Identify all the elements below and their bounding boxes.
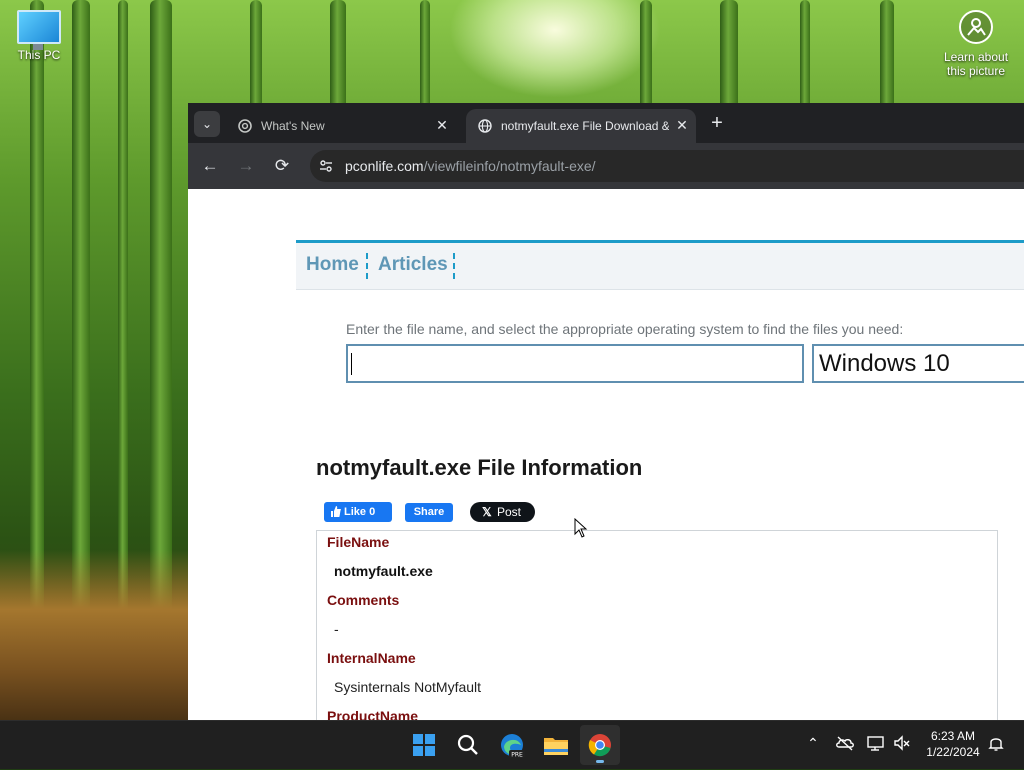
address-bar[interactable]: pconlife.com/viewfileinfo/notmyfault-exe… <box>310 150 1024 182</box>
x-post-button[interactable]: 𝕏 Post <box>470 502 535 522</box>
close-tab-icon[interactable]: ✕ <box>434 117 450 133</box>
file-explorer-button[interactable] <box>536 725 576 765</box>
edge-beta-icon: PRE <box>501 734 525 759</box>
show-hidden-icons-button[interactable]: ⌃ <box>803 733 823 753</box>
this-pc-icon <box>17 10 61 50</box>
tab-strip: ⌄ What's New ✕ notmyfault.exe File Downl… <box>188 103 1024 143</box>
tab-title: What's New <box>261 119 325 133</box>
cloud-offline-icon <box>836 736 854 751</box>
bamboo-stalk <box>720 0 738 110</box>
tab-whats-new[interactable]: What's New ✕ <box>226 109 462 143</box>
close-tab-icon[interactable]: ✕ <box>674 117 690 133</box>
spotlight-camera-icon <box>959 10 993 44</box>
bamboo-stalk <box>420 0 430 110</box>
nav-divider <box>453 253 455 279</box>
start-button[interactable] <box>404 725 444 765</box>
chrome-icon <box>588 734 611 757</box>
field-label-filename: FileName <box>327 534 390 550</box>
this-pc-label: This PC <box>17 48 61 62</box>
field-label-internalname: InternalName <box>327 650 416 666</box>
start-icon <box>413 734 435 756</box>
chevron-up-icon: ⌃ <box>807 735 819 751</box>
bamboo-stalk <box>640 0 652 110</box>
network-tray-button[interactable] <box>866 733 886 753</box>
volume-muted-icon <box>894 735 910 751</box>
volume-tray-button[interactable] <box>892 733 912 753</box>
forward-button[interactable]: → <box>235 155 257 177</box>
facebook-share-button[interactable]: Share <box>405 503 453 522</box>
taskbar: PRE ⌃ 6:23 AM 1/22/2024 <box>0 720 1024 769</box>
chrome-window: ⌄ What's New ✕ notmyfault.exe File Downl… <box>188 103 1024 720</box>
learn-about-picture-shortcut[interactable]: Learn about this picture <box>936 10 1016 78</box>
tab-title: notmyfault.exe File Download & <box>501 119 669 133</box>
grass-foreground <box>0 550 200 720</box>
bell-icon <box>988 738 1004 751</box>
field-value-internalname: Sysinternals NotMyfault <box>334 679 482 695</box>
field-value-comments: - <box>334 621 339 637</box>
facebook-like-button[interactable]: Like 0 <box>324 502 392 522</box>
site-info-icon[interactable] <box>318 158 334 174</box>
file-search-input[interactable] <box>346 344 804 383</box>
back-button[interactable]: ← <box>199 155 221 177</box>
taskbar-search-button[interactable] <box>448 725 488 765</box>
onedrive-tray-button[interactable] <box>835 733 855 753</box>
bamboo-stalk <box>330 0 346 110</box>
url-host: pconlife.com <box>345 158 424 174</box>
bamboo-stalk <box>880 0 894 110</box>
tab-notmyfault[interactable]: notmyfault.exe File Download & ✕ <box>466 109 696 143</box>
page-title: notmyfault.exe File Information <box>316 455 643 480</box>
file-info-table: FileName notmyfault.exe Comments - Inter… <box>316 530 998 720</box>
network-icon <box>867 736 884 751</box>
search-icon <box>457 734 478 755</box>
facebook-like-label: Like 0 <box>344 506 376 518</box>
new-tab-button[interactable]: + <box>706 112 728 134</box>
file-explorer-icon <box>544 738 568 755</box>
this-pc-shortcut[interactable]: This PC <box>8 10 70 62</box>
nav-home-link[interactable]: Home <box>306 254 359 276</box>
browser-toolbar: ← → ⟳ pconlife.com/viewfileinfo/notmyfau… <box>188 143 1024 189</box>
clock-date: 1/22/2024 <box>926 745 980 759</box>
chevron-down-icon: ⌄ <box>201 117 213 131</box>
field-value-filename: notmyfault.exe <box>334 563 433 579</box>
field-label-productname: ProductName <box>327 708 419 720</box>
os-select-dropdown[interactable]: Windows 10 <box>812 344 1024 383</box>
nav-divider <box>366 253 368 279</box>
tab-search-button[interactable]: ⌄ <box>194 111 220 137</box>
bamboo-stalk <box>250 0 262 110</box>
clock-time: 6:23 AM <box>930 729 976 743</box>
chrome-icon <box>238 119 252 133</box>
bamboo-stalk <box>800 0 810 110</box>
search-instructions: Enter the file name, and select the appr… <box>346 321 904 337</box>
chrome-taskbar-button[interactable] <box>580 725 620 765</box>
field-label-comments: Comments <box>327 592 400 608</box>
svg-text:PRE: PRE <box>511 752 523 759</box>
url-text: pconlife.com/viewfileinfo/notmyfault-exe… <box>345 158 596 174</box>
text-caret <box>351 353 352 375</box>
nav-articles-link[interactable]: Articles <box>378 254 448 276</box>
active-app-indicator <box>596 760 604 763</box>
thumbs-up-icon <box>331 506 341 517</box>
reload-button[interactable]: ⟳ <box>271 155 293 177</box>
site-nav: Home Articles <box>296 240 1024 290</box>
x-logo-icon: 𝕏 <box>482 505 492 519</box>
edge-beta-button[interactable]: PRE <box>492 725 532 765</box>
notifications-button[interactable] <box>986 733 1006 753</box>
mouse-cursor-icon <box>574 518 588 538</box>
globe-icon <box>478 119 492 133</box>
web-page: Home Articles Enter the file name, and s… <box>188 189 1024 720</box>
x-post-label: Post <box>497 505 522 519</box>
url-path: /viewfileinfo/notmyfault-exe/ <box>423 158 596 174</box>
clock[interactable]: 6:23 AM 1/22/2024 <box>914 728 992 760</box>
learn-about-picture-label: Learn about this picture <box>943 50 1009 78</box>
